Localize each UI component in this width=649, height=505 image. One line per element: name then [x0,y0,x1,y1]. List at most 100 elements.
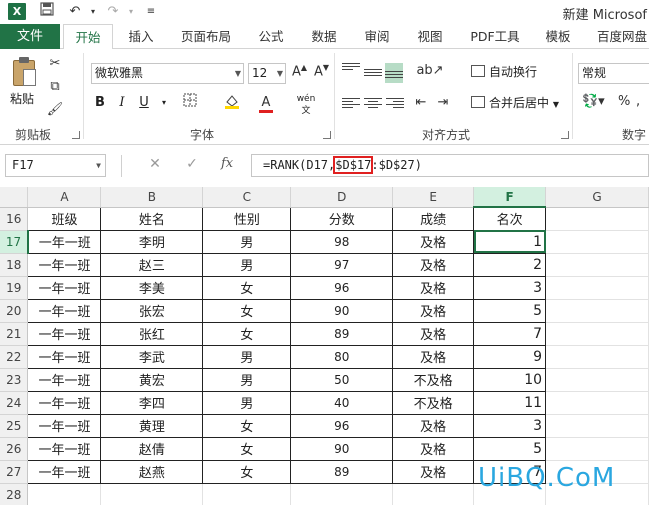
align-middle-icon[interactable] [364,67,382,81]
data-cell[interactable]: 50 [290,368,394,392]
empty-cell[interactable] [545,368,649,392]
data-cell[interactable]: 7 [473,322,547,346]
name-box[interactable]: F17 ▼ [5,154,106,177]
data-cell[interactable]: 男 [202,253,292,277]
italic-button[interactable]: I [112,93,132,113]
row-header[interactable]: 17 [0,230,29,254]
bold-button[interactable]: B [90,93,110,113]
paste-button[interactable]: 粘贴 [10,90,34,107]
row-header[interactable]: 26 [0,437,29,461]
data-cell[interactable]: 3 [473,276,547,300]
paste-icon[interactable] [11,57,37,87]
comma-style-icon[interactable]: , [636,94,640,109]
data-cell[interactable]: 5 [473,299,547,323]
data-cell[interactable]: 黄宏 [100,368,204,392]
data-cell[interactable]: 98 [290,230,394,254]
phonetic-guide-icon[interactable]: wén 文 [296,93,316,116]
data-cell[interactable]: 男 [202,368,292,392]
data-cell[interactable]: 及格 [392,276,475,300]
data-cell[interactable]: 李明 [100,230,204,254]
data-cell[interactable]: 及格 [392,414,475,438]
data-cell[interactable]: 女 [202,437,292,461]
data-cell[interactable]: 一年一班 [27,299,102,323]
data-cell[interactable]: 一年一班 [27,437,102,461]
align-right-icon[interactable] [386,96,404,110]
data-cell[interactable]: 一年一班 [27,345,102,369]
column-header-e[interactable]: E [392,187,475,208]
tab-insert[interactable]: 插入 [120,24,162,49]
fill-color-icon[interactable] [222,93,242,113]
data-cell[interactable]: 一年一班 [27,276,102,300]
align-center-icon[interactable] [364,96,382,110]
underline-button[interactable]: U [134,93,154,113]
cancel-icon[interactable]: ✕ [145,156,165,172]
column-header-d[interactable]: D [290,187,394,208]
data-cell[interactable]: 及格 [392,299,475,323]
data-cell[interactable]: 40 [290,391,394,415]
row-header[interactable]: 27 [0,460,29,484]
row-header[interactable]: 20 [0,299,29,323]
empty-cell[interactable] [290,483,394,505]
font-size-select[interactable]: 12 ▼ [248,63,286,84]
data-cell[interactable]: 赵倩 [100,437,204,461]
empty-cell[interactable] [545,391,649,415]
header-cell[interactable]: 名次 [473,207,547,231]
data-cell[interactable]: 李美 [100,276,204,300]
row-header[interactable]: 22 [0,345,29,369]
data-cell[interactable]: 11 [473,391,547,415]
data-cell[interactable]: 张宏 [100,299,204,323]
align-left-icon[interactable] [342,96,360,110]
data-cell[interactable]: 5 [473,437,547,461]
redo-dropdown-icon[interactable]: ▾ [120,2,142,22]
excel-icon[interactable]: X [8,3,26,20]
data-cell[interactable]: 及格 [392,230,475,254]
customize-icon[interactable]: ≡ [140,2,162,22]
column-header-g[interactable]: G [545,187,649,208]
data-cell[interactable]: 一年一班 [27,230,102,254]
tab-file[interactable]: 文件 [0,24,60,49]
row-header[interactable]: 23 [0,368,29,392]
column-header-a[interactable]: A [27,187,102,208]
select-all-corner[interactable] [0,187,29,208]
empty-cell[interactable] [545,276,649,300]
insert-function-icon[interactable]: fx [221,156,233,171]
data-cell[interactable]: 女 [202,299,292,323]
tab-baidu-netdisk[interactable]: 百度网盘 [590,24,649,49]
save-icon[interactable] [36,2,58,22]
cut-icon[interactable]: ✂ [46,56,64,72]
data-cell[interactable]: 赵三 [100,253,204,277]
empty-cell[interactable] [545,322,649,346]
data-cell[interactable]: 李武 [100,345,204,369]
tab-templates[interactable]: 模板 [537,24,579,49]
copy-icon[interactable]: ⧉ [46,79,64,95]
data-cell[interactable]: 女 [202,460,292,484]
data-cell[interactable]: 及格 [392,437,475,461]
font-color-icon[interactable]: A [256,93,276,113]
row-header[interactable]: 19 [0,276,29,300]
merge-center-button[interactable]: 合并后居中 ▼ [471,94,559,111]
wrap-text-button[interactable]: 自动换行 [471,63,537,80]
header-cell[interactable]: 成绩 [392,207,475,231]
data-cell[interactable]: 89 [290,460,394,484]
data-cell[interactable]: 不及格 [392,368,475,392]
data-cell[interactable]: 80 [290,345,394,369]
data-cell[interactable]: 女 [202,276,292,300]
tab-home[interactable]: 开始 [63,24,113,50]
data-cell[interactable]: 男 [202,391,292,415]
data-cell[interactable]: 一年一班 [27,253,102,277]
row-header[interactable]: 28 [0,483,29,505]
data-cell[interactable]: 黄理 [100,414,204,438]
row-header[interactable]: 16 [0,207,29,231]
number-format-select[interactable]: 常规 [578,63,649,84]
row-header[interactable]: 18 [0,253,29,277]
header-cell[interactable]: 性别 [202,207,292,231]
data-cell[interactable]: 不及格 [392,391,475,415]
tab-data[interactable]: 数据 [303,24,345,49]
data-cell[interactable]: 男 [202,230,292,254]
data-cell[interactable]: 2 [473,253,547,277]
borders-icon[interactable] [180,93,200,113]
font-name-select[interactable]: 微软雅黑 ▼ [91,63,244,84]
undo-dropdown-icon[interactable]: ▾ [82,2,104,22]
data-cell[interactable]: 男 [202,345,292,369]
empty-cell[interactable] [27,483,102,505]
